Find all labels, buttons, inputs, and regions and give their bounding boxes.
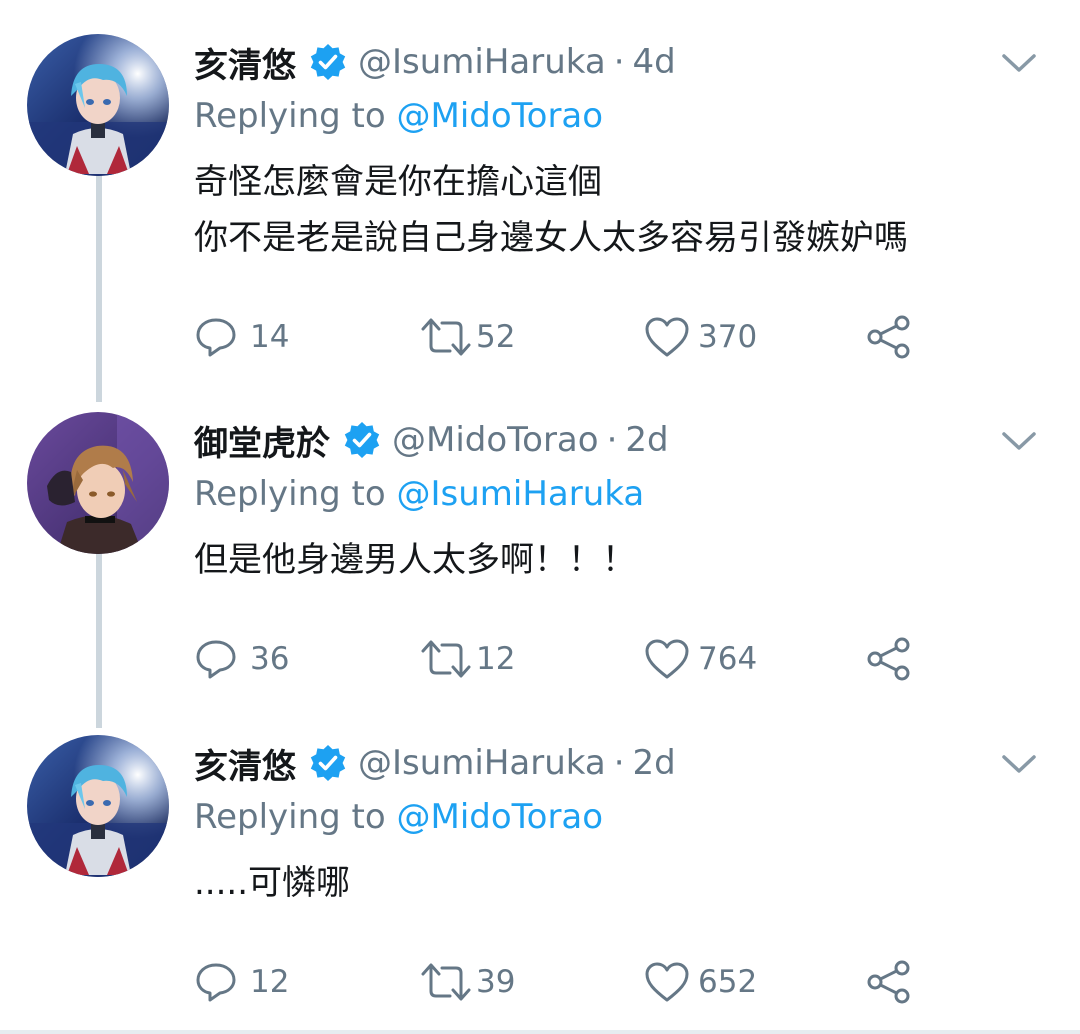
like-count: 652 [698,964,758,1000]
tweet-text-line: 你不是老是說自己身邊女人太多容易引發嫉妒嗎 [194,218,908,258]
tweet-text-line: 奇怪怎麼會是你在擔心這個 [194,162,602,202]
timestamp[interactable]: 2d [625,420,668,460]
replying-prefix: Replying to [194,797,386,837]
tweet-text: 奇怪怎麼會是你在擔心這個 你不是老是說自己身邊女人太多容易引發嫉妒嗎 [194,154,908,266]
tweet[interactable]: 亥清悠 @IsumiHaruka · 4d Replying to @MidoT… [0,34,1080,374]
like-icon [645,962,689,1002]
replying-prefix: Replying to [194,96,386,136]
tweet-actions: 36 12 764 [194,634,934,684]
retweet-button[interactable]: 52 [420,312,515,362]
like-button[interactable]: 764 [644,634,757,684]
like-count: 370 [698,319,758,355]
reply-icon [196,640,236,679]
reply-button[interactable]: 14 [194,312,289,362]
avatar[interactable] [27,34,169,176]
handle[interactable]: @IsumiHaruka [358,42,606,82]
tweet-header: 御堂虎於 @MidoTorao · 2d [194,412,669,468]
share-icon [867,637,910,681]
share-button[interactable] [866,634,912,684]
handle[interactable]: @MidoTorao [392,420,599,460]
tweet-text-line: .....可憐哪 [194,863,351,903]
retweet-count: 52 [476,319,516,355]
chevron-down-icon[interactable] [998,42,1040,84]
timestamp[interactable]: 4d [633,42,676,82]
display-name[interactable]: 亥清悠 [194,739,296,788]
reply-icon [196,318,236,357]
tweet-text: 但是他身邊男人太多啊！！！ [194,532,636,588]
divider [0,1030,1080,1034]
tweet-actions: 12 39 652 [194,957,934,1007]
share-button[interactable] [866,312,912,362]
separator-dot: · [613,743,625,783]
tweet-header: 亥清悠 @IsumiHaruka · 2d [194,735,676,791]
like-button[interactable]: 652 [644,957,757,1007]
like-count: 764 [698,641,758,677]
mention-link[interactable]: @MidoTorao [397,96,604,136]
timestamp[interactable]: 2d [633,743,676,783]
reply-count: 14 [250,319,290,355]
retweet-icon [421,963,471,1001]
tweet-text: .....可憐哪 [194,855,350,911]
separator-dot: · [606,420,618,460]
tweet-header: 亥清悠 @IsumiHaruka · 4d [194,34,676,90]
display-name[interactable]: 亥清悠 [194,38,296,87]
like-icon [645,317,689,357]
like-icon [645,639,689,679]
share-icon [867,315,910,359]
reply-count: 36 [250,641,290,677]
blue-haired-character-avatar-image [27,34,169,176]
replying-to: Replying to @MidoTorao [194,96,603,136]
handle[interactable]: @IsumiHaruka [358,743,606,783]
retweet-icon [421,318,471,356]
reply-count: 12 [250,964,290,1000]
verified-badge-icon [344,422,380,458]
avatar[interactable] [27,735,169,877]
verified-badge-icon [310,745,346,781]
mention-link[interactable]: @IsumiHaruka [397,474,645,514]
reply-button[interactable]: 36 [194,634,289,684]
mention-link[interactable]: @MidoTorao [397,797,604,837]
tweet[interactable]: 御堂虎於 @MidoTorao · 2d Replying to @IsumiH… [0,412,1080,702]
retweet-icon [421,640,471,678]
tweet-text-line: 但是他身邊男人太多啊！！！ [194,540,636,580]
replying-prefix: Replying to [194,474,386,514]
share-button[interactable] [866,957,912,1007]
verified-badge-icon [310,44,346,80]
retweet-count: 12 [476,641,516,677]
chevron-down-icon[interactable] [998,420,1040,462]
blue-haired-character-avatar-image [27,735,169,877]
display-name[interactable]: 御堂虎於 [194,416,330,465]
reply-button[interactable]: 12 [194,957,289,1007]
chevron-down-icon[interactable] [998,743,1040,785]
replying-to: Replying to @IsumiHaruka [194,474,644,514]
separator-dot: · [613,42,625,82]
like-button[interactable]: 370 [644,312,757,362]
avatar[interactable] [27,412,169,554]
brown-haired-character-avatar-image [27,412,169,554]
retweet-button[interactable]: 12 [420,634,515,684]
tweet[interactable]: 亥清悠 @IsumiHaruka · 2d Replying to @MidoT… [0,735,1080,1025]
reply-icon [196,963,236,1002]
retweet-count: 39 [476,964,516,1000]
share-icon [867,960,910,1004]
tweet-actions: 14 52 370 [194,312,934,362]
replying-to: Replying to @MidoTorao [194,797,603,837]
retweet-button[interactable]: 39 [420,957,515,1007]
